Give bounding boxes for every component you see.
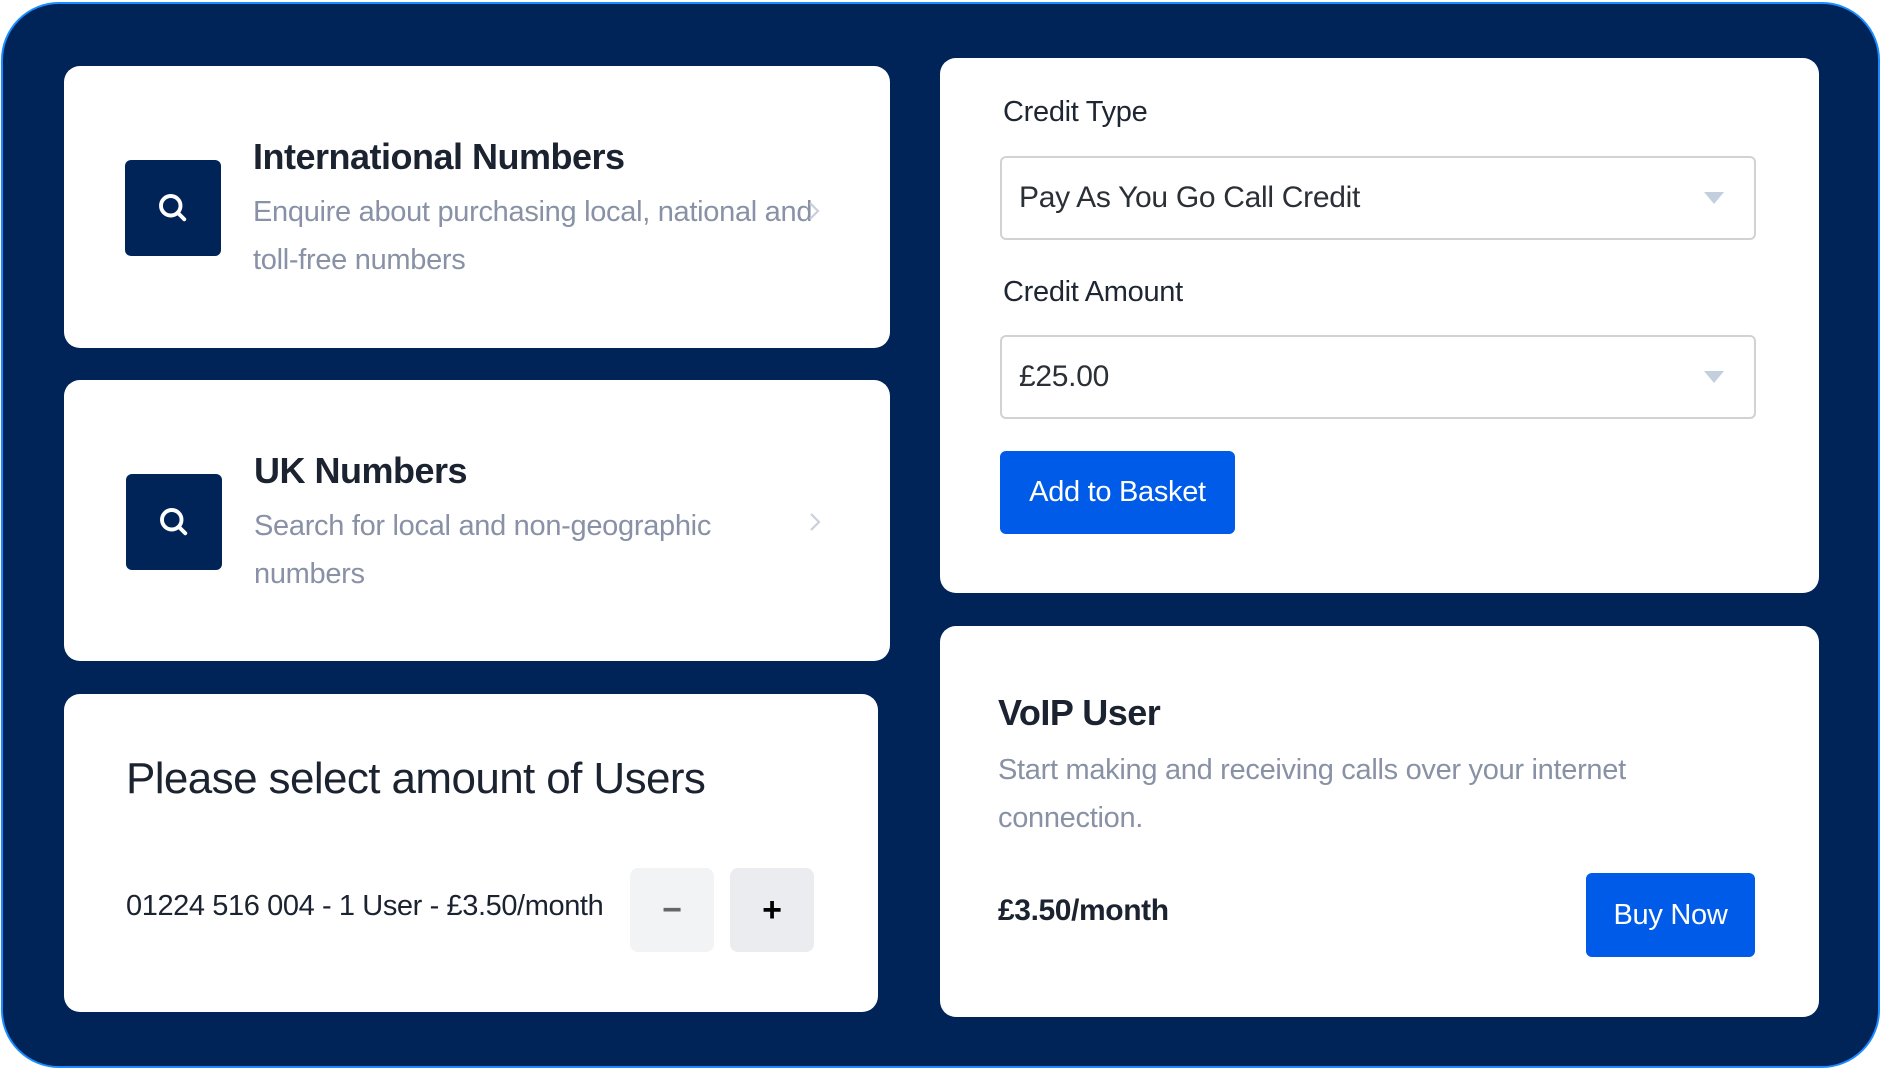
users-heading: Please select amount of Users [126,754,706,803]
voip-price: £3.50/month [998,894,1169,927]
credit-type-label: Credit Type [1003,96,1148,128]
voip-title: VoIP User [998,692,1161,733]
search-icon [126,474,222,570]
voip-user-card: VoIP User Start making and receiving cal… [940,626,1819,1017]
chevron-right-icon [809,202,820,220]
minus-icon: − [662,890,682,929]
users-selection-card: Please select amount of Users 01224 516 … [64,694,878,1012]
search-icon [125,160,221,256]
decrement-button[interactable]: − [630,868,714,952]
card-description: Search for local and non-geographic numb… [254,510,712,590]
card-title: UK Numbers [254,450,468,491]
voip-description: Start making and receiving calls over yo… [998,754,1626,834]
credit-amount-label: Credit Amount [1003,276,1183,308]
plus-icon: + [762,890,782,929]
uk-numbers-card[interactable]: UK Numbers Search for local and non-geog… [64,380,890,661]
credit-type-select[interactable]: Pay As You Go Call Credit [1000,156,1756,240]
credit-type-value: Pay As You Go Call Credit [1019,181,1361,214]
credit-card: Credit Type Pay As You Go Call Credit Cr… [940,58,1819,593]
chevron-down-icon [1704,371,1724,383]
chevron-right-icon [810,513,821,531]
credit-amount-select[interactable]: £25.00 [1000,335,1756,419]
increment-button[interactable]: + [730,868,814,952]
chevron-down-icon [1704,192,1724,204]
card-title: International Numbers [253,136,625,177]
user-line-text: 01224 516 004 - 1 User - £3.50/month [126,890,604,922]
international-numbers-card[interactable]: International Numbers Enquire about purc… [64,66,890,348]
buy-now-button[interactable]: Buy Now [1586,873,1755,957]
credit-amount-value: £25.00 [1019,360,1109,393]
add-to-basket-button[interactable]: Add to Basket [1000,451,1235,534]
card-description: Enquire about purchasing local, national… [253,196,813,276]
